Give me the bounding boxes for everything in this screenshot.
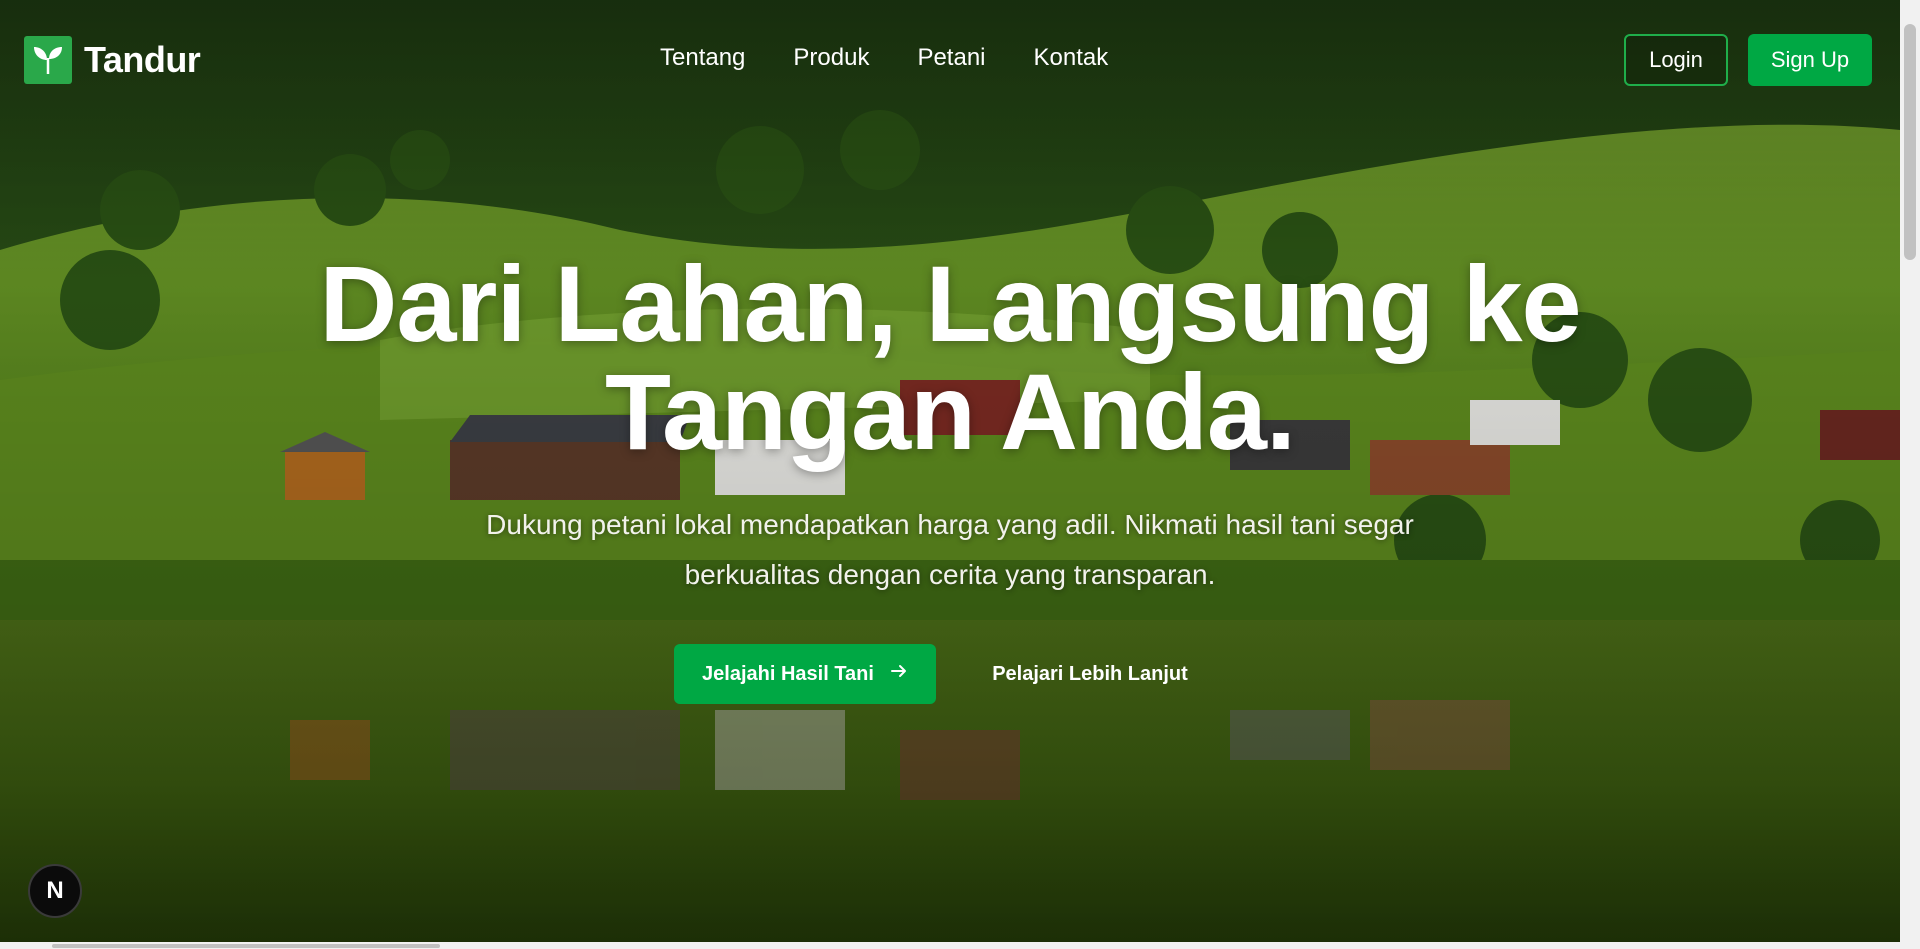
- signup-button[interactable]: Sign Up: [1748, 34, 1872, 86]
- explore-produce-label: Jelajahi Hasil Tani: [702, 662, 874, 685]
- arrow-right-icon: [890, 662, 908, 686]
- learn-more-button[interactable]: Pelajari Lebih Lanjut: [980, 644, 1200, 704]
- vertical-scrollbar-thumb[interactable]: [1904, 24, 1916, 260]
- nav-link-tentang[interactable]: Tentang: [660, 44, 745, 72]
- login-button[interactable]: Login: [1624, 34, 1728, 86]
- main-nav: Tentang Produk Petani Kontak: [660, 44, 1108, 72]
- nav-link-petani[interactable]: Petani: [917, 44, 985, 72]
- hero-background-image: [0, 0, 1900, 949]
- sprout-icon: [24, 36, 72, 84]
- nav-link-produk[interactable]: Produk: [793, 44, 869, 72]
- hero-title: Dari Lahan, Langsung ke Tangan Anda.: [319, 243, 1581, 472]
- brand-name: Tandur: [84, 39, 201, 80]
- top-navbar: Tandur Tentang Produk Petani Kontak Logi…: [0, 0, 1900, 122]
- horizontal-scrollbar-thumb[interactable]: [52, 944, 440, 948]
- app-viewport: Tandur Tentang Produk Petani Kontak Logi…: [0, 0, 1920, 949]
- hero-subtitle: Dukung petani lokal mendapatkan harga ya…: [486, 509, 1414, 590]
- explore-produce-button[interactable]: Jelajahi Hasil Tani: [674, 644, 936, 704]
- nextjs-icon[interactable]: N: [28, 864, 82, 918]
- nav-link-kontak[interactable]: Kontak: [1034, 44, 1109, 72]
- brand-logo-link[interactable]: Tandur: [24, 36, 201, 84]
